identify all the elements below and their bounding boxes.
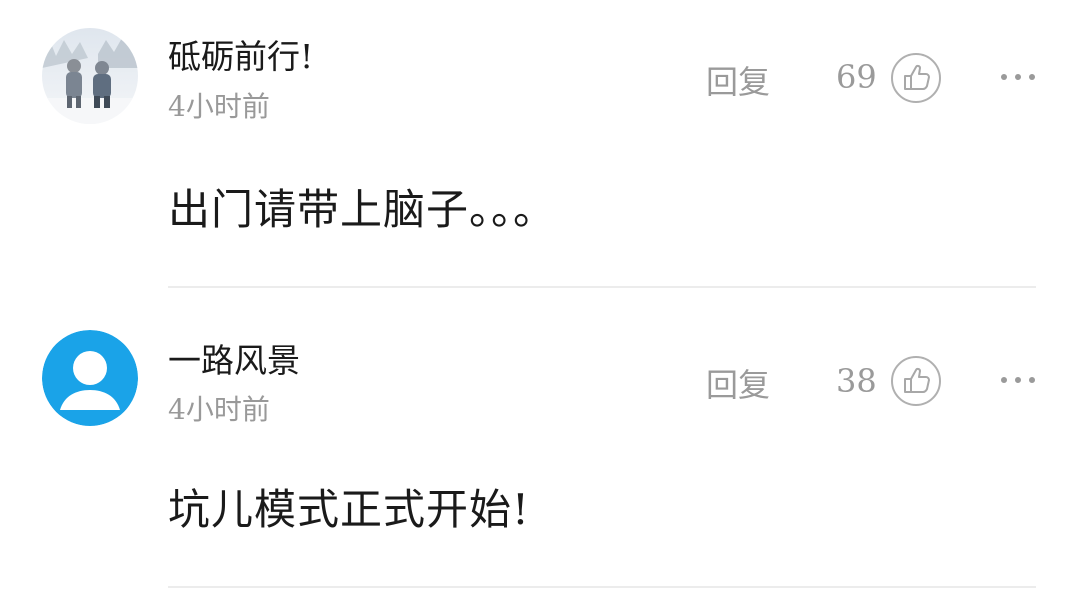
username[interactable]: 砥砺前行! [168, 30, 313, 78]
comment-item: 砥砺前行! 4小时前 回复 69 出门请带上脑子。。。 [0, 0, 1080, 290]
timestamp: 4小时前 [168, 393, 270, 426]
avatar[interactable] [42, 330, 138, 426]
comment-text: 出门请带上脑子。。。 [168, 185, 557, 234]
default-avatar-icon [42, 330, 138, 426]
username[interactable]: 一路风景 [168, 334, 300, 382]
divider [168, 586, 1036, 588]
comment-item: 一路风景 4小时前 回复 38 坑儿模式正式开始! [0, 300, 1080, 596]
comment-text: 坑儿模式正式开始! [168, 485, 530, 534]
avatar-photo [42, 28, 138, 124]
thumbs-up-icon[interactable] [890, 52, 942, 104]
more-dots-icon[interactable] [998, 374, 1038, 386]
reply-button[interactable]: 回复 [706, 57, 770, 103]
more-dots-icon[interactable] [998, 71, 1038, 83]
like-count: 69 [836, 58, 877, 96]
like-count: 38 [836, 362, 877, 400]
avatar[interactable] [42, 28, 138, 124]
thumbs-up-icon[interactable] [890, 355, 942, 407]
timestamp: 4小时前 [168, 90, 270, 123]
reply-button[interactable]: 回复 [706, 360, 770, 406]
divider [168, 286, 1036, 288]
